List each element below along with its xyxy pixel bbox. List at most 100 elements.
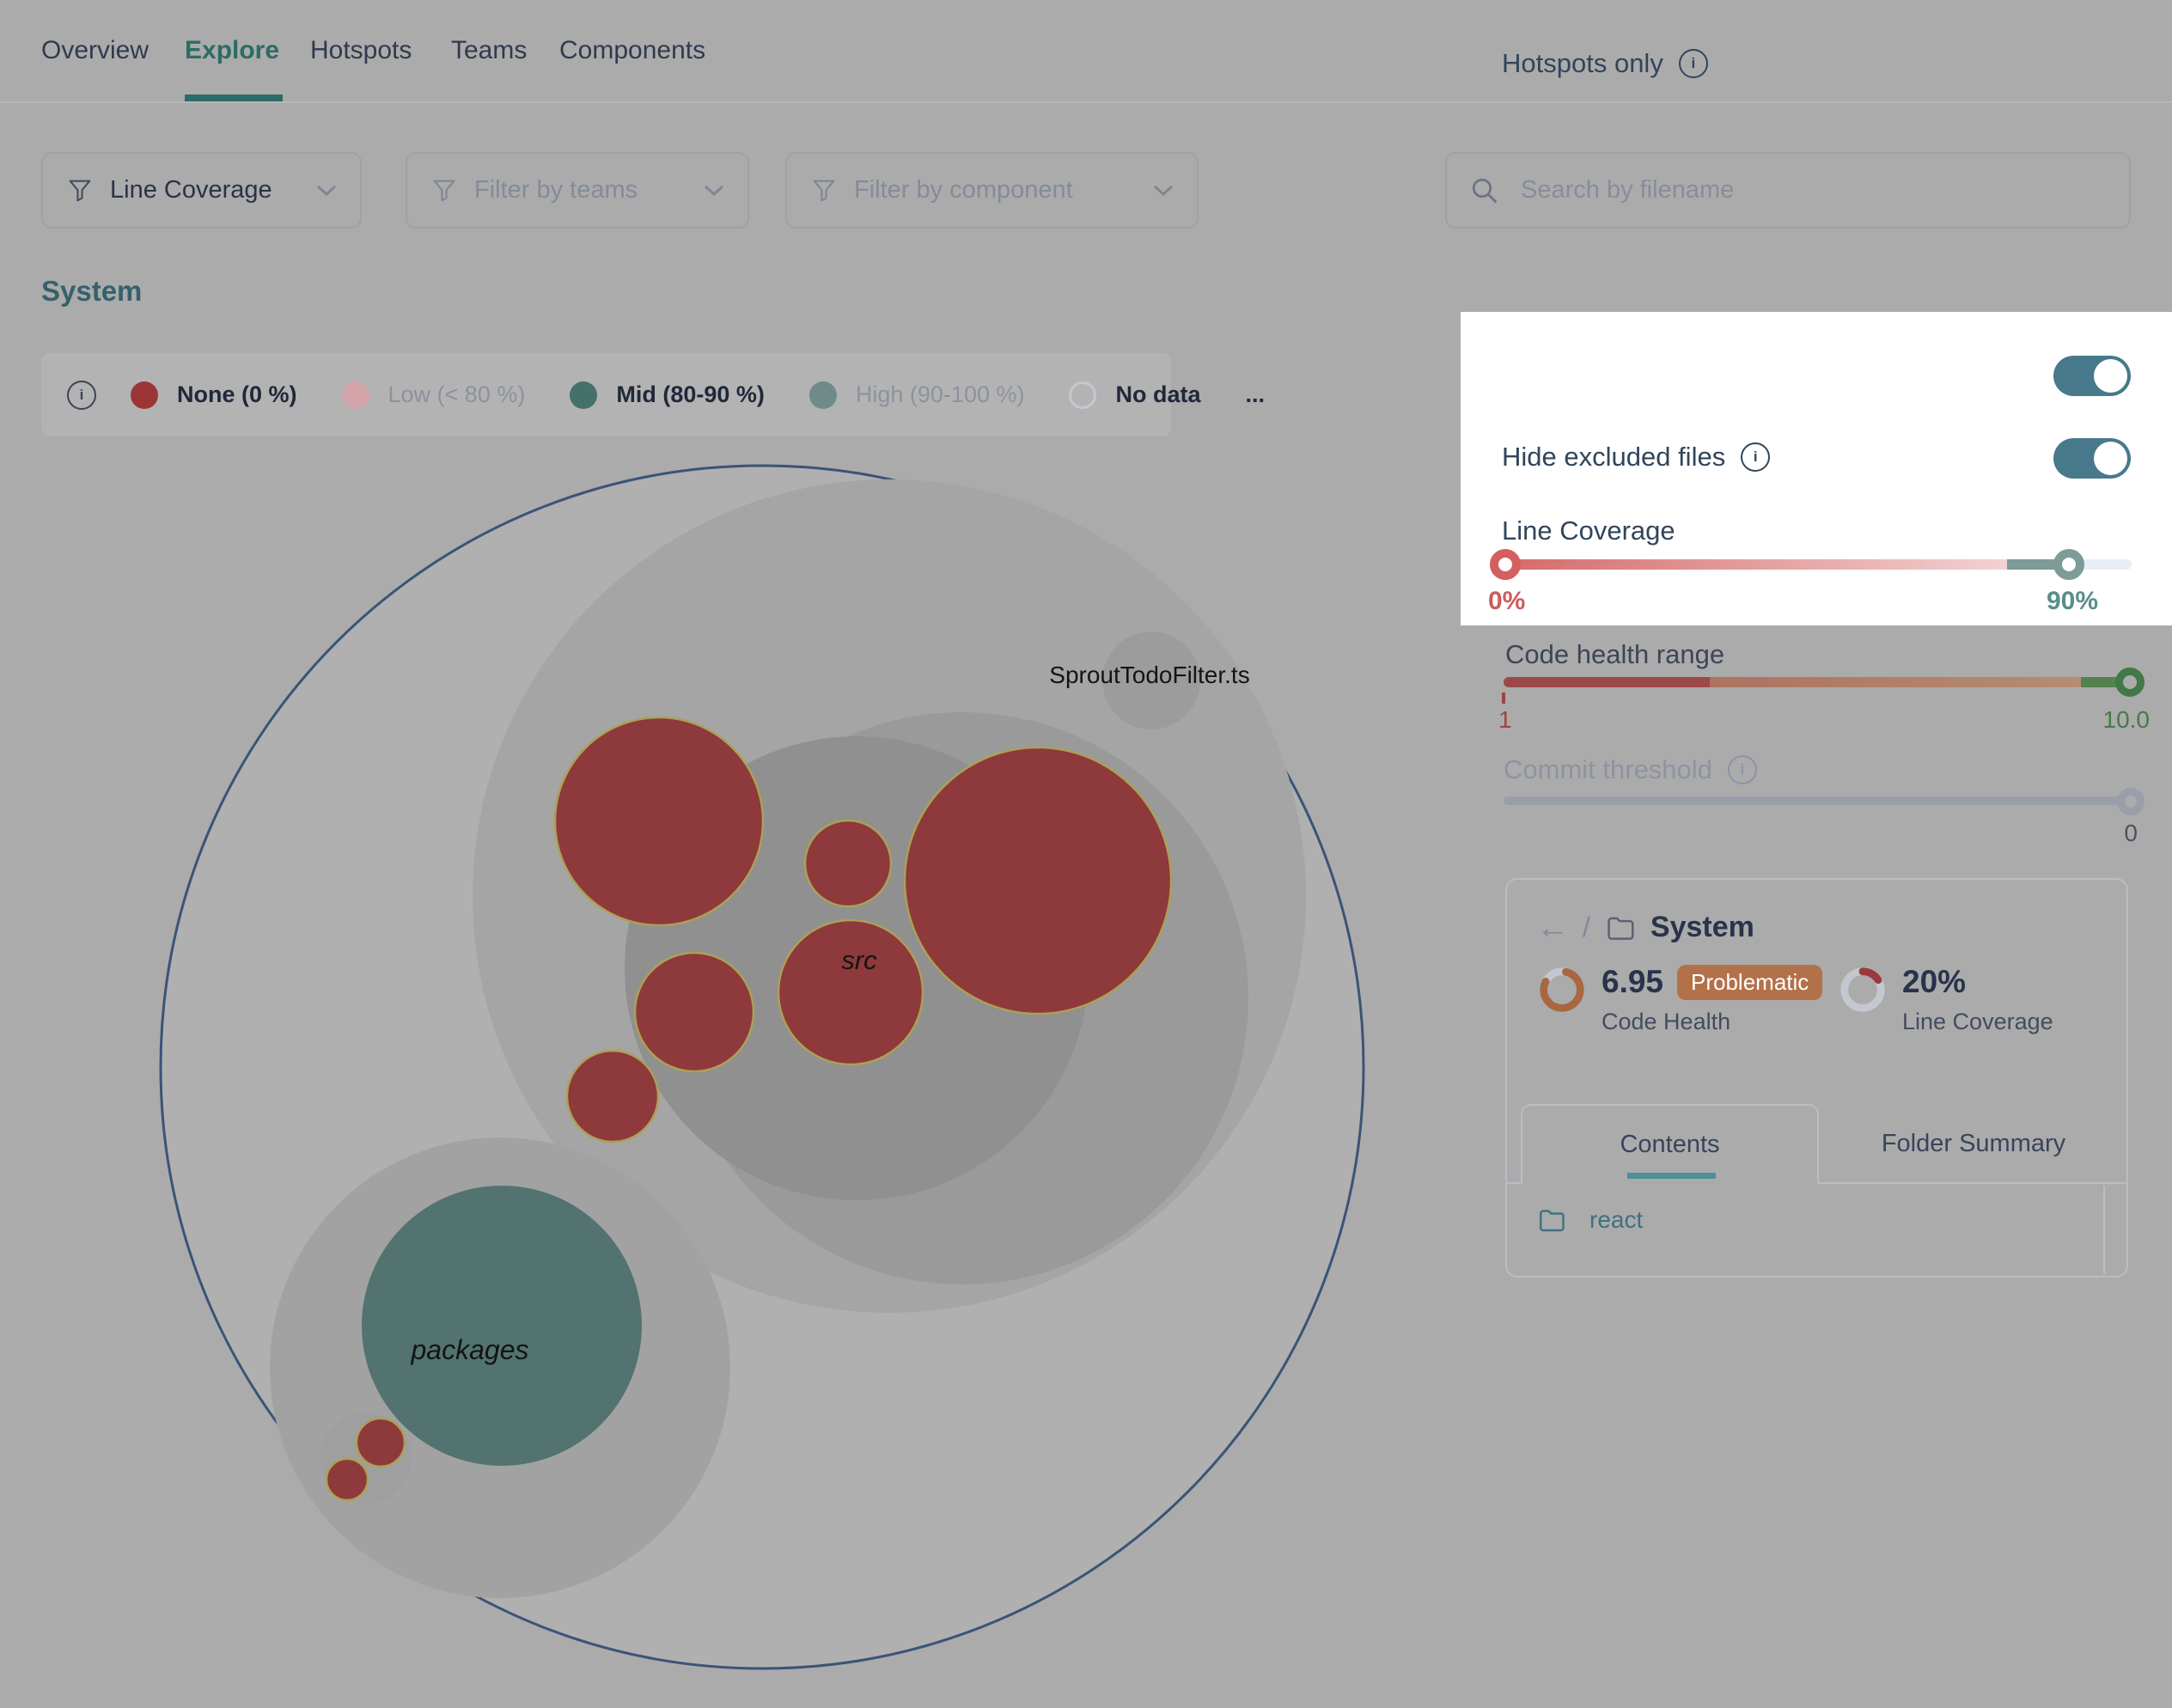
code-health-metric: 6.95 Problematic Code Health	[1536, 964, 1822, 1035]
tab-contents-label: Contents	[1620, 1131, 1719, 1159]
hotspots-only-label: Hotspots only	[1502, 48, 1663, 79]
tab-border-segment	[1507, 1182, 1521, 1184]
hide-excluded-row: Hide excluded files i	[1502, 442, 1770, 473]
contents-list-item-react[interactable]: react	[1536, 1205, 1643, 1235]
explore-page: SproutTodoFilter.tssrcpackages OverviewE…	[0, 0, 2172, 1708]
code-health-gauge	[1536, 964, 1588, 1016]
line-coverage-max-value: 90%	[2047, 587, 2098, 616]
commit-threshold-value: 0	[2112, 820, 2138, 847]
folder-icon	[1536, 1205, 1567, 1235]
line-coverage-metric: 20% Line Coverage	[1837, 964, 2053, 1035]
commit-threshold-track[interactable]	[1504, 796, 2144, 805]
teams-filter-dropdown[interactable]: Filter by teams	[406, 152, 749, 229]
component-filter-dropdown[interactable]: Filter by component	[785, 152, 1199, 229]
hotspots-only-toggle[interactable]	[2053, 356, 2131, 396]
chevron-down-icon	[1152, 184, 1174, 198]
bubble-label: SproutTodoFilter.ts	[1049, 662, 1249, 688]
line-coverage-slider-label: Line Coverage	[1502, 515, 1675, 546]
legend-label: No data	[1115, 381, 1200, 408]
legend-dot	[1069, 381, 1096, 409]
code-health-range-label: Code health range	[1505, 639, 1724, 670]
folder-detail-card: ← / System 6.95 Problematic Code Health	[1505, 878, 2128, 1278]
nav-tab-hotspots[interactable]: Hotspots	[310, 36, 412, 65]
breadcrumb: ← / System	[1536, 911, 1754, 944]
search-box[interactable]	[1445, 152, 2131, 229]
tab-folder-summary-label: Folder Summary	[1882, 1130, 2065, 1158]
circle-packing-chart[interactable]: SproutTodoFilter.tssrcpackages	[0, 0, 2172, 1708]
commit-threshold-label: Commit threshold	[1504, 754, 1712, 785]
code-health-range-handle[interactable]	[2115, 668, 2145, 697]
code-health-min-tick	[1502, 692, 1505, 704]
search-input[interactable]	[1519, 175, 2038, 205]
legend-item[interactable]: None (0 %)	[131, 381, 297, 409]
slider-gradient-segment	[1502, 559, 2007, 570]
bubble-hotspot-file[interactable]	[555, 717, 763, 925]
legend-label: None (0 %)	[177, 381, 297, 408]
info-icon[interactable]: i	[1728, 755, 1757, 784]
line-coverage-max-handle[interactable]	[2053, 549, 2084, 580]
nav-tab-components[interactable]: Components	[559, 36, 705, 65]
code-health-range-track[interactable]	[1504, 677, 2144, 687]
bubble-hotspot-file[interactable]	[567, 1051, 658, 1142]
hide-excluded-label: Hide excluded files	[1502, 442, 1725, 473]
card-title: System	[1650, 911, 1754, 944]
tab-contents[interactable]: Contents	[1521, 1104, 1819, 1184]
bubble-hotspot-file[interactable]	[635, 953, 753, 1071]
line-coverage-gauge	[1837, 964, 1888, 1016]
scrollbar[interactable]	[2103, 1186, 2105, 1274]
status-badge: Problematic	[1677, 965, 1822, 1000]
info-icon[interactable]: i	[1741, 442, 1770, 472]
info-icon[interactable]: i	[1679, 49, 1708, 78]
legend-item[interactable]: Low (< 80 %)	[342, 381, 526, 409]
legend-dot	[570, 381, 597, 409]
toggle-knob	[2094, 359, 2127, 393]
bubble-hotspot-file[interactable]	[805, 820, 891, 906]
chevron-down-icon	[315, 184, 338, 198]
commit-threshold-row: Commit threshold i	[1504, 754, 1757, 785]
toggle-knob	[2094, 442, 2127, 475]
bubble-packages[interactable]	[362, 1186, 642, 1466]
funnel-icon	[430, 176, 459, 205]
bubble-hotspot-file[interactable]	[357, 1418, 405, 1467]
legend-item[interactable]: High (90-100 %)	[809, 381, 1025, 409]
hide-excluded-toggle[interactable]	[2053, 438, 2131, 479]
bubble-label: src	[841, 945, 877, 975]
legend-dot	[809, 381, 837, 409]
line-coverage-min-handle[interactable]	[1490, 549, 1521, 580]
line-coverage-slider-track[interactable]	[1502, 559, 2132, 570]
range-red-segment	[1504, 677, 1710, 687]
page-title: System	[41, 275, 142, 308]
code-health-value: 6.95	[1602, 964, 1663, 1000]
coverage-filter-dropdown[interactable]: Line Coverage	[41, 152, 362, 229]
line-coverage-min-value: 0%	[1488, 587, 1525, 616]
legend-more[interactable]: ...	[1246, 381, 1266, 408]
coverage-legend: i None (0 %) Low (< 80 %) Mid (80-90 %) Hig…	[41, 353, 1171, 436]
legend-label: High (90-100 %)	[856, 381, 1025, 408]
list-item-label: react	[1589, 1206, 1643, 1234]
component-filter-label: Filter by component	[854, 176, 1073, 204]
line-coverage-label: Line Coverage	[1902, 1009, 2053, 1035]
code-health-label: Code Health	[1602, 1009, 1822, 1035]
back-arrow-icon[interactable]: ←	[1536, 912, 1569, 944]
bubble-hotspot-file[interactable]	[905, 747, 1171, 1014]
nav-tab-explore[interactable]: Explore	[185, 36, 279, 65]
info-icon: i	[67, 381, 96, 410]
commit-threshold-handle[interactable]	[2117, 788, 2145, 815]
hotspots-only-row: Hotspots only i	[1502, 48, 1708, 79]
line-coverage-value: 20%	[1902, 964, 1966, 1000]
legend-dot	[131, 381, 158, 409]
card-tabs: Contents Folder Summary	[1507, 1104, 2126, 1184]
legend-info[interactable]: i	[67, 381, 96, 410]
legend-item[interactable]: No data	[1069, 381, 1200, 409]
nav-tab-overview[interactable]: Overview	[41, 36, 149, 65]
filters-spotlight-panel: Hotspots only i Hide excluded files i Li…	[1461, 312, 2172, 625]
tab-folder-summary[interactable]: Folder Summary	[1819, 1104, 2128, 1184]
breadcrumb-separator: /	[1583, 912, 1590, 943]
legend-item[interactable]: Mid (80-90 %)	[570, 381, 765, 409]
code-health-min-value: 1	[1498, 706, 1512, 734]
range-tan-segment	[1710, 677, 2081, 687]
bubble-hotspot-src[interactable]	[778, 920, 923, 1064]
nav-tab-teams[interactable]: Teams	[451, 36, 527, 65]
bubble-hotspot-file[interactable]	[326, 1459, 368, 1500]
legend-label: Low (< 80 %)	[388, 381, 526, 408]
